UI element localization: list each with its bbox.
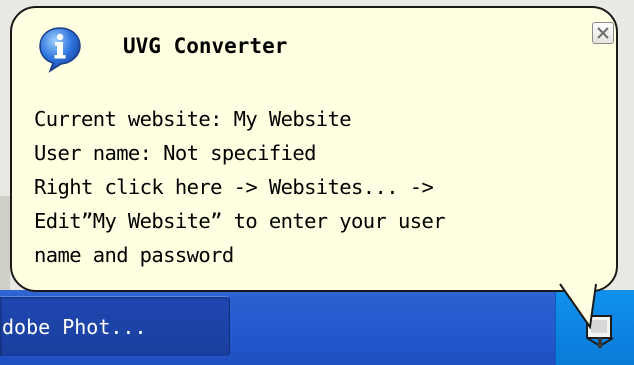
balloon-message-line: Right click here -> Websites... -> [34, 175, 434, 199]
close-icon [597, 27, 609, 39]
balloon-message-line: name and password [34, 243, 234, 267]
balloon-title: UVG Converter [123, 34, 288, 58]
taskbar-button-label: dobe Phot... [2, 315, 147, 339]
balloon-message-line: Current website: My Website [34, 107, 352, 131]
balloon-tail [559, 283, 597, 329]
balloon-message-line: User name: Not specified [34, 141, 316, 165]
close-button[interactable] [592, 22, 614, 44]
balloon-message-line: Edit”My Website” to enter your user [34, 209, 446, 233]
info-icon [39, 27, 81, 73]
taskbar-button-adobe-photoshop[interactable]: dobe Phot... [0, 296, 230, 356]
desktop-window-edge [0, 196, 10, 290]
